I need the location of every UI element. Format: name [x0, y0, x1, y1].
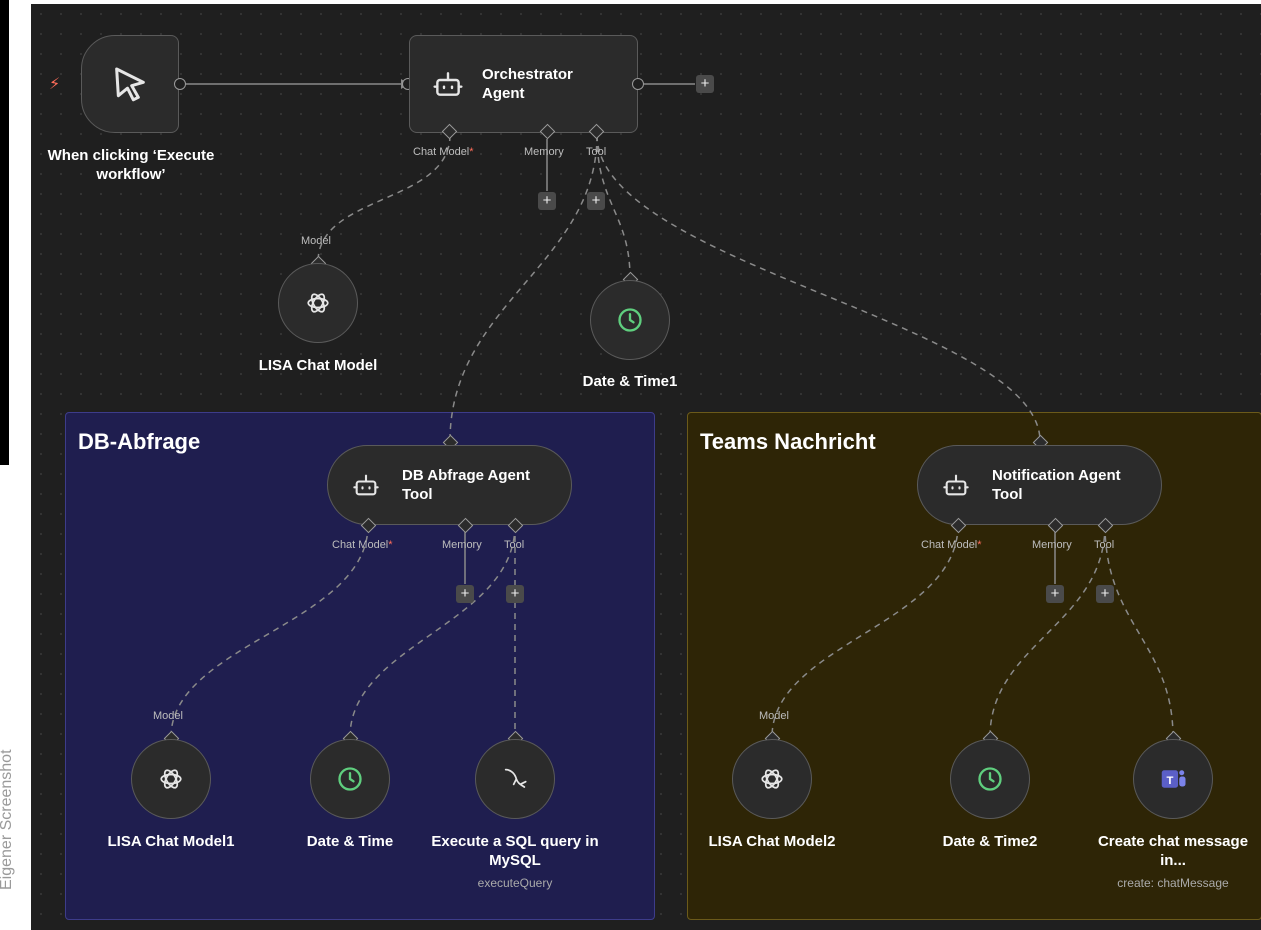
wire-tool-to-db-agent [449, 134, 598, 442]
openai-icon [160, 769, 182, 789]
clock-icon [978, 767, 1002, 791]
mysql-dolphin-icon [504, 768, 527, 788]
openai-icon [761, 769, 783, 789]
orchestrator-title: Orchestrator Agent [482, 66, 573, 102]
clock-icon [338, 767, 362, 791]
port-label-model: Model [153, 710, 183, 722]
add-tool-button[interactable]: + [1096, 585, 1114, 603]
port-label-chat-model: Chat Model* [332, 539, 393, 551]
svg-text:T: T [1166, 775, 1173, 787]
port-label-chat-model: Chat Model* [413, 146, 474, 158]
robot-icon [433, 72, 463, 96]
wire-db-tool-to-datetime [349, 524, 516, 738]
left-edge-bar [0, 0, 9, 465]
date-time2-node[interactable] [950, 739, 1030, 819]
orchestrator-agent-node[interactable]: Orchestrator Agent [409, 35, 638, 133]
add-tool-button[interactable]: + [587, 192, 605, 210]
port-label-memory: Memory [524, 146, 564, 158]
watermark-text: Eigener Screenshot [0, 749, 15, 890]
lisa-chat-model-node[interactable] [278, 263, 358, 343]
port-label-memory: Memory [442, 539, 482, 551]
wire-tool-to-notif-agent [596, 134, 1041, 442]
add-next-node-button[interactable]: + [696, 75, 714, 93]
db-abfrage-agent-node[interactable]: DB Abfrage Agent Tool [327, 445, 572, 525]
orchestrator-output-handle[interactable] [632, 78, 644, 90]
lisa-chat-model1-label: LISA Chat Model1 [107, 833, 235, 850]
trigger-node[interactable] [81, 35, 179, 133]
port-label-model: Model [301, 235, 331, 247]
wire-notif-chatmodel-to-lisa2 [771, 524, 959, 738]
wire-notif-tool-to-teams [1104, 524, 1174, 738]
wire-db-chatmodel-to-lisa1 [170, 524, 369, 738]
date-time2-label: Date & Time2 [942, 833, 1038, 850]
port-label-memory: Memory [1032, 539, 1072, 551]
date-time-node[interactable] [310, 739, 390, 819]
trigger-output-handle[interactable] [174, 78, 186, 90]
add-memory-button[interactable]: + [538, 192, 556, 210]
trigger-bolt-icon: ⚡︎ [49, 76, 61, 93]
mysql-query-operation: executeQuery [477, 876, 553, 890]
mysql-query-label: Execute a SQL query in MySQL [431, 833, 599, 869]
port-label-tool: Tool [586, 146, 607, 158]
port-label-chat-model: Chat Model* [921, 539, 982, 551]
ms-teams-icon: T [1161, 770, 1186, 788]
lisa-chat-model1-node[interactable] [131, 739, 211, 819]
workflow-canvas[interactable]: DB-Abfrage Teams Nachricht ⚡︎ When click… [31, 4, 1261, 930]
cursor-icon [115, 67, 145, 102]
notification-agent-node[interactable]: Notification Agent Tool [917, 445, 1162, 525]
robot-icon [353, 474, 379, 496]
port-label-tool: Tool [504, 539, 525, 551]
teams-message-label: Create chat message in... [1097, 833, 1249, 869]
db-agent-title: DB Abfrage Agent Tool [402, 467, 531, 503]
date-time1-node[interactable] [590, 280, 670, 360]
add-tool-button[interactable]: + [506, 585, 524, 603]
wire-notif-tool-to-datetime2 [989, 524, 1106, 738]
teams-message-node[interactable]: T [1133, 739, 1213, 819]
trigger-label: When clicking ‘Execute workflow’ [47, 147, 215, 183]
robot-icon [943, 474, 969, 496]
notif-agent-title: Notification Agent Tool [992, 467, 1121, 503]
port-label-model: Model [759, 710, 789, 722]
add-memory-button[interactable]: + [456, 585, 474, 603]
lisa-chat-model-label: LISA Chat Model [258, 357, 378, 374]
lisa-chat-model2-node[interactable] [732, 739, 812, 819]
add-memory-button[interactable]: + [1046, 585, 1064, 603]
date-time1-label: Date & Time1 [582, 373, 678, 390]
date-time-label: Date & Time [306, 833, 394, 850]
teams-message-operation: create: chatMessage [1117, 876, 1229, 890]
openai-icon [307, 293, 329, 313]
mysql-query-node[interactable] [475, 739, 555, 819]
port-label-tool: Tool [1094, 539, 1115, 551]
clock-icon [618, 308, 642, 332]
lisa-chat-model2-label: LISA Chat Model2 [708, 833, 836, 850]
